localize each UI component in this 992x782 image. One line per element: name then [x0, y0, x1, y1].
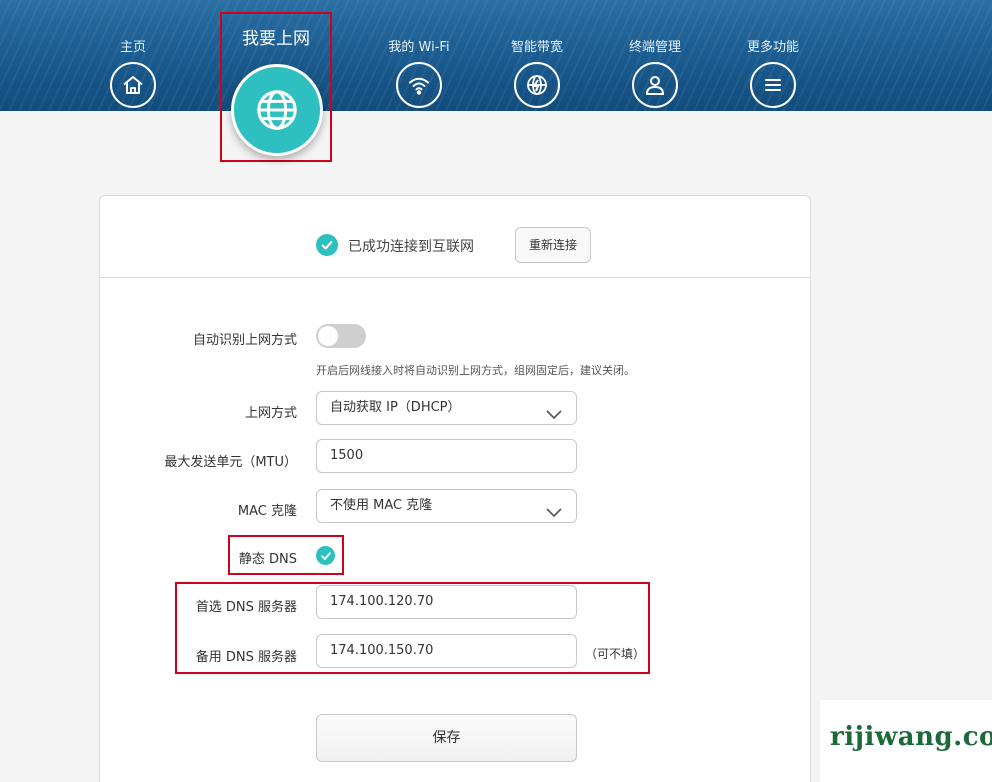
bandwidth-globe-icon [514, 62, 560, 108]
watermark: rijiwang.com [820, 700, 992, 782]
optional-note: （可不填） [585, 647, 646, 661]
secondary-dns-value: 174.100.150.70 [330, 643, 434, 658]
nav-item-more[interactable]: 更多功能 [718, 0, 828, 111]
primary-dns-input[interactable]: 174.100.120.70 [316, 585, 577, 619]
static-dns-checkbox[interactable] [316, 546, 335, 565]
mtu-value: 1500 [330, 448, 364, 463]
user-icon [632, 62, 678, 108]
mtu-label: 最大发送单元（MTU） [164, 455, 297, 470]
chevron-down-icon [546, 499, 562, 518]
wan-mode-select[interactable]: 自动获取 IP（DHCP） [316, 391, 577, 425]
connection-status-text: 已成功连接到互联网 [348, 239, 474, 255]
nav-item-devices[interactable]: 终端管理 [600, 0, 710, 111]
reconnect-button[interactable]: 重新连接 [515, 227, 591, 263]
auto-detect-hint: 开启后网线接入时将自动识别上网方式，组网固定后，建议关闭。 [316, 364, 635, 377]
check-circle-icon [316, 234, 338, 256]
chevron-down-icon [546, 401, 562, 420]
auto-detect-label: 自动识别上网方式 [192, 333, 297, 348]
wifi-icon [396, 62, 442, 108]
nav-label-wifi: 我的 Wi-Fi [388, 40, 450, 55]
nav-item-wifi[interactable]: 我的 Wi-Fi [364, 0, 474, 111]
nav-label-bandwidth: 智能带宽 [510, 40, 563, 55]
mac-clone-label: MAC 克隆 [237, 504, 297, 519]
save-button[interactable]: 保存 [316, 714, 577, 762]
wan-mode-label: 上网方式 [244, 406, 297, 421]
menu-icon [750, 62, 796, 108]
primary-dns-value: 174.100.120.70 [330, 594, 434, 609]
mtu-input[interactable]: 1500 [316, 439, 577, 473]
toggle-knob [318, 326, 338, 346]
auto-detect-toggle[interactable] [316, 324, 366, 348]
mac-clone-select[interactable]: 不使用 MAC 克隆 [316, 489, 577, 523]
nav-label-devices: 终端管理 [628, 40, 681, 55]
secondary-dns-input[interactable]: 174.100.150.70 [316, 634, 577, 668]
nav-item-bandwidth[interactable]: 智能带宽 [482, 0, 592, 111]
watermark-text: rijiwang.com [830, 722, 992, 752]
wan-mode-value: 自动获取 IP（DHCP） [330, 400, 461, 415]
mac-clone-value: 不使用 MAC 克隆 [330, 498, 433, 513]
nav-label-more: 更多功能 [746, 40, 799, 55]
